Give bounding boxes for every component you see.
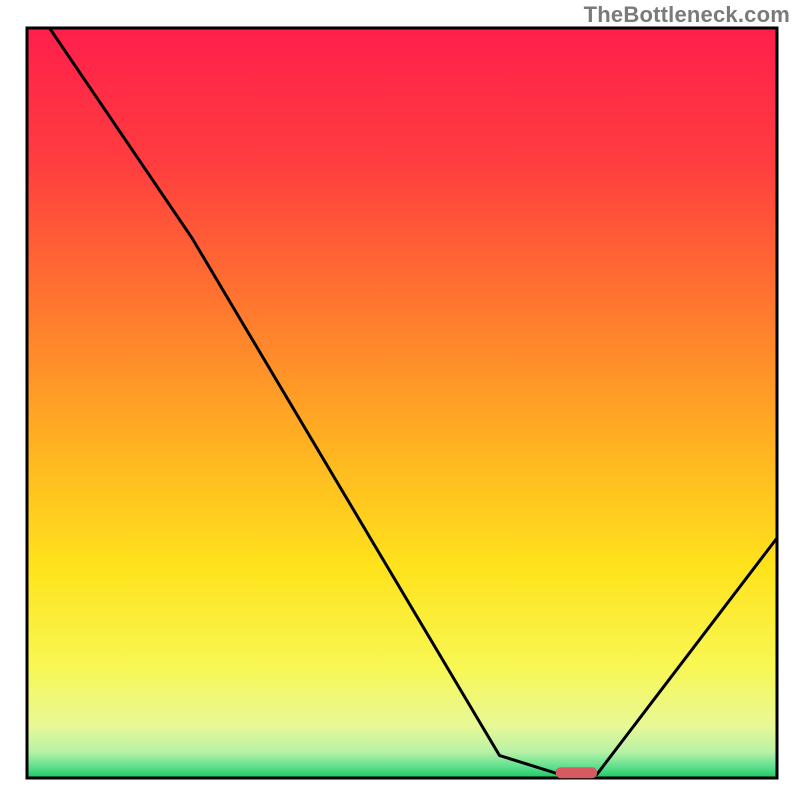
watermark-label: TheBottleneck.com — [584, 2, 790, 28]
chart-container: TheBottleneck.com — [0, 0, 800, 800]
optimal-range-marker — [556, 767, 597, 778]
bottleneck-chart — [0, 0, 800, 800]
gradient-background — [27, 28, 777, 778]
